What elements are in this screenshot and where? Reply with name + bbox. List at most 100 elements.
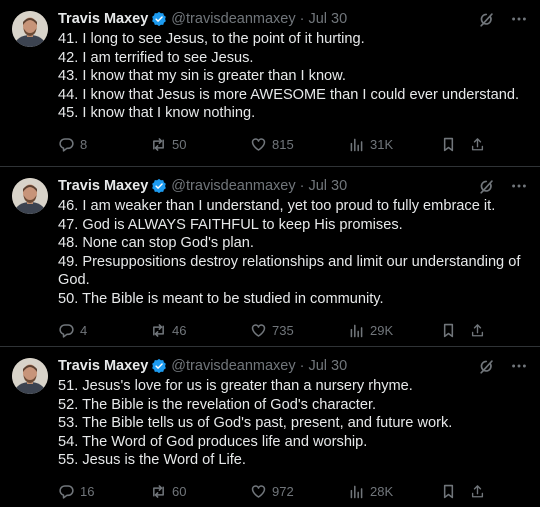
- share-button[interactable]: [470, 136, 490, 153]
- tweet-text: 51. Jesus's love for us is greater than …: [58, 377, 528, 470]
- tweet-date[interactable]: Jul 30: [308, 178, 347, 194]
- repost-button[interactable]: 46: [150, 322, 250, 339]
- bookmark-button[interactable]: [440, 322, 470, 339]
- tweet-line: 42. I am terrified to see Jesus.: [58, 49, 254, 66]
- bookmark-button[interactable]: [440, 136, 470, 153]
- tweet-line: 49. Presuppositions destroy relationship…: [58, 253, 521, 270]
- views-button[interactable]: 31K: [348, 136, 440, 153]
- tweet-line: 48. None can stop God's plan.: [58, 235, 254, 251]
- tweet-line: 52. The Bible is the revelation of God's…: [58, 396, 377, 413]
- view-count: 29K: [370, 322, 394, 338]
- tweet-line: 46. I am weaker than I understand, yet t…: [58, 198, 496, 214]
- like-button[interactable]: 735: [250, 322, 348, 339]
- repost-count: 50: [172, 137, 187, 152]
- author-name[interactable]: Travis Maxey: [58, 11, 148, 27]
- tweet-line: 55. Jesus is the Word of Life.: [58, 452, 246, 468]
- reply-button[interactable]: 4: [58, 322, 150, 339]
- avatar[interactable]: [12, 358, 48, 394]
- views-button[interactable]: 29K: [348, 322, 440, 339]
- heart-icon: [251, 485, 266, 498]
- tweet-text: 46. I am weaker than I understand, yet t…: [58, 197, 528, 308]
- heart-icon: [251, 323, 266, 337]
- more-options-icon[interactable]: [510, 10, 528, 28]
- tweet-line: 44. I know that Jesus is more AWESOME th…: [58, 86, 520, 103]
- grok-icon[interactable]: [478, 10, 496, 28]
- reply-button[interactable]: 16: [58, 483, 150, 500]
- bookmark-icon: [443, 323, 454, 337]
- tweet-actions: 8 50 815 31K: [58, 135, 528, 155]
- tweet-line: 45. I know that I know nothing.: [58, 105, 256, 121]
- reply-count: 8: [80, 137, 88, 152]
- view-count: 28K: [370, 484, 394, 499]
- tweet-text: 41. I long to see Jesus, to the point of…: [58, 30, 528, 123]
- more-options-icon[interactable]: [510, 177, 528, 195]
- bookmark-icon: [443, 484, 454, 499]
- repost-icon: [153, 323, 164, 337]
- like-button[interactable]: 815: [250, 136, 348, 153]
- share-icon: [471, 138, 484, 151]
- view-count: 31K: [370, 137, 394, 152]
- bookmark-button[interactable]: [440, 483, 470, 500]
- verified-badge-icon: [152, 178, 167, 194]
- share-button[interactable]: [470, 483, 490, 500]
- repost-button[interactable]: 60: [150, 483, 250, 500]
- tweet-line: 51. Jesus's love for us is greater than …: [58, 378, 413, 394]
- share-icon: [471, 485, 484, 498]
- like-count: 972: [272, 484, 294, 499]
- verified-badge-icon: [152, 358, 167, 374]
- timeline: Travis Maxey @travisdeanmaxey · Jul 30 4…: [0, 0, 540, 507]
- tweet-date[interactable]: Jul 30: [308, 11, 347, 27]
- author-name[interactable]: Travis Maxey: [58, 358, 148, 374]
- tweet-line: 53. The Bible tells us of God's past, pr…: [58, 415, 453, 431]
- tweet-actions: 4 46 735 29K: [58, 320, 528, 340]
- like-count: 815: [272, 137, 294, 152]
- grok-icon[interactable]: [478, 357, 496, 375]
- tweet-line: 47. God is ALWAYS FAITHFUL to keep His p…: [58, 216, 403, 233]
- avatar[interactable]: [12, 178, 48, 214]
- tweet[interactable]: Travis Maxey @travisdeanmaxey · Jul 30: [0, 347, 540, 507]
- tweet-date[interactable]: Jul 30: [308, 358, 347, 374]
- reply-icon: [59, 138, 74, 152]
- share-icon: [471, 323, 484, 336]
- tweet[interactable]: Travis Maxey @travisdeanmaxey · Jul 30: [0, 167, 540, 347]
- tweet-line: 54. The Word of God produces life and wo…: [58, 433, 368, 450]
- repost-count: 60: [172, 484, 187, 499]
- author-handle[interactable]: @travisdeanmaxey: [171, 178, 295, 194]
- author-name[interactable]: Travis Maxey: [58, 178, 148, 194]
- separator-dot: ·: [299, 11, 305, 27]
- verified-badge-icon: [152, 11, 167, 27]
- views-icon: [350, 324, 363, 337]
- avatar[interactable]: [12, 11, 48, 47]
- views-icon: [350, 138, 363, 152]
- tweet-line: 41. I long to see Jesus, to the point of…: [58, 31, 365, 47]
- reply-count: 4: [80, 322, 88, 338]
- tweet[interactable]: Travis Maxey @travisdeanmaxey · Jul 30: [0, 0, 540, 167]
- tweet-line: God.: [58, 272, 90, 288]
- views-icon: [350, 485, 363, 499]
- share-button[interactable]: [470, 322, 490, 339]
- repost-button[interactable]: 50: [150, 136, 250, 153]
- grok-icon[interactable]: [478, 177, 496, 195]
- tweet-header: Travis Maxey @travisdeanmaxey · Jul 30: [58, 9, 528, 29]
- repost-count: 46: [172, 322, 187, 338]
- repost-icon: [153, 485, 164, 498]
- reply-icon: [59, 485, 74, 499]
- separator-dot: ·: [299, 178, 305, 194]
- author-handle[interactable]: @travisdeanmaxey: [171, 11, 295, 27]
- like-button[interactable]: 972: [250, 483, 348, 500]
- heart-icon: [251, 138, 266, 151]
- separator-dot: ·: [299, 358, 305, 374]
- reply-count: 16: [80, 484, 95, 499]
- author-handle[interactable]: @travisdeanmaxey: [171, 358, 295, 374]
- reply-button[interactable]: 8: [58, 136, 150, 153]
- repost-icon: [153, 138, 164, 151]
- tweet-header: Travis Maxey @travisdeanmaxey · Jul 30: [58, 356, 528, 376]
- tweet-header: Travis Maxey @travisdeanmaxey · Jul 30: [58, 176, 528, 196]
- reply-icon: [59, 323, 74, 338]
- like-count: 735: [272, 322, 294, 338]
- tweet-actions: 16 60 972 28K: [58, 482, 528, 502]
- bookmark-icon: [443, 137, 454, 152]
- tweet-line: 50. The Bible is meant to be studied in …: [58, 290, 384, 307]
- views-button[interactable]: 28K: [348, 483, 440, 500]
- more-options-icon[interactable]: [510, 357, 528, 375]
